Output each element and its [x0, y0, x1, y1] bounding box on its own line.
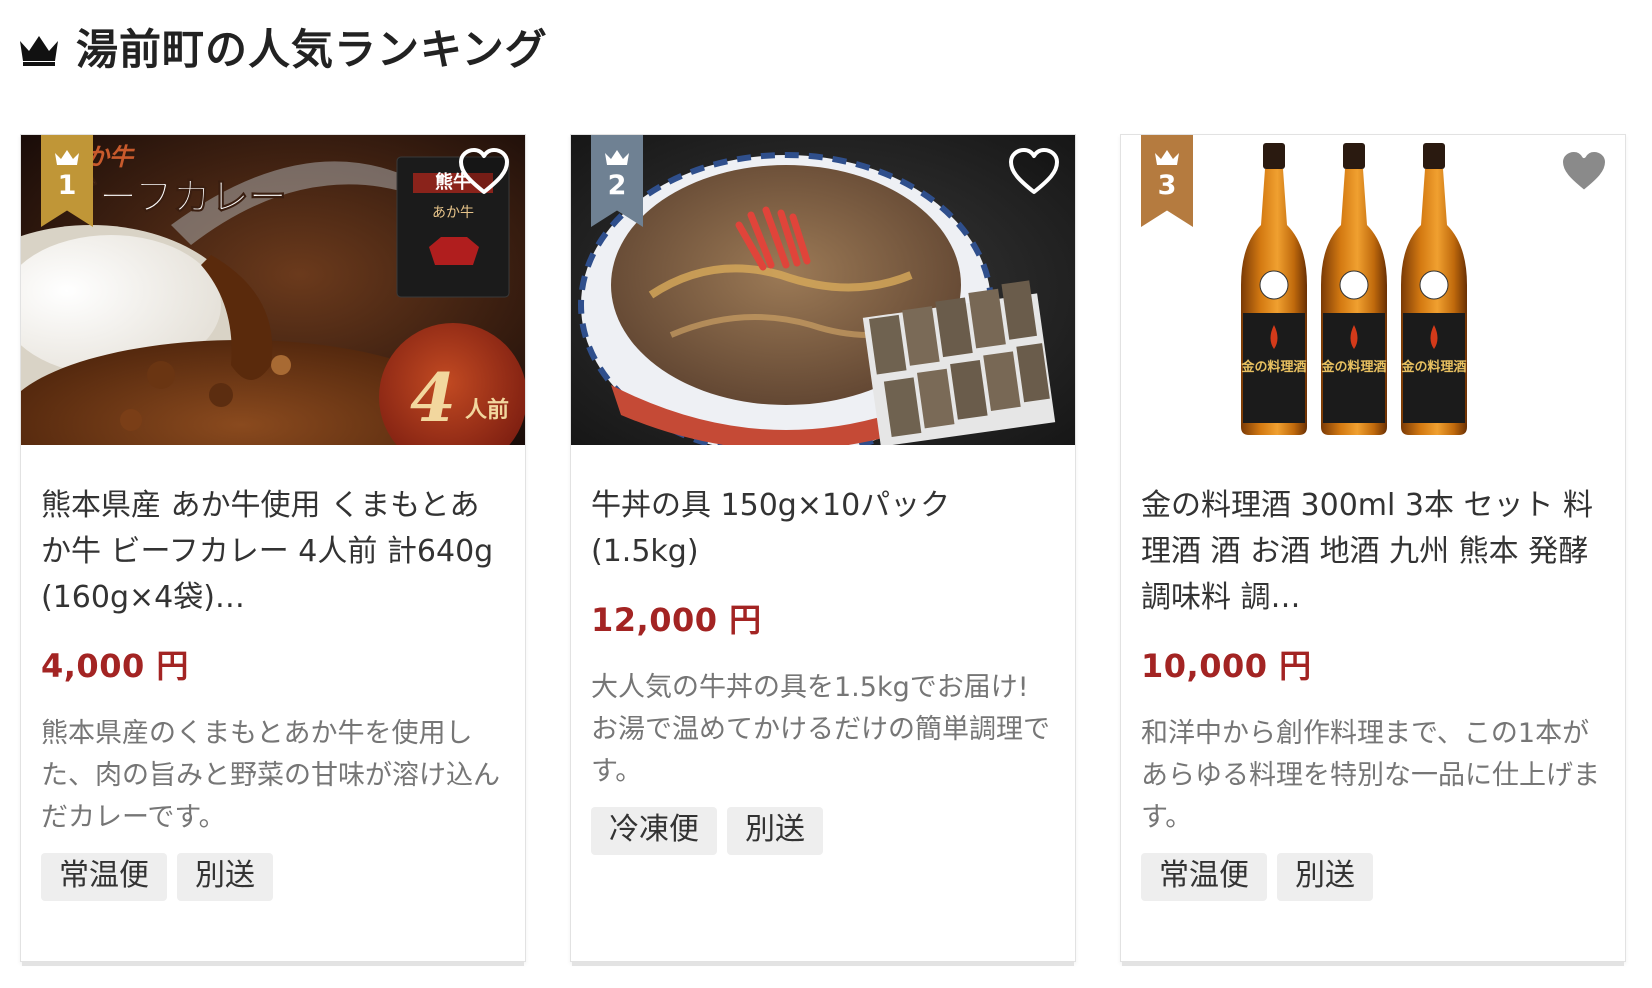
crown-icon [1155, 150, 1179, 165]
card-body: 牛丼の具 150g×10パック(1.5kg) 12,000 円 大人気の牛丼の具… [591, 483, 1055, 855]
shipping-tag: 常温便 [1141, 853, 1267, 901]
favorite-button[interactable] [1007, 147, 1061, 197]
product-card[interactable]: 熊牛 あか牛 あか牛 ビーフカレー 4 人前 1 熊本県産 あか牛使用 くまもと… [20, 134, 526, 962]
crown-icon [605, 150, 629, 165]
product-image-beef-curry[interactable]: 熊牛 あか牛 あか牛 ビーフカレー 4 人前 [21, 135, 525, 445]
card-body: 金の料理酒 300ml 3本 セット 料理酒 酒 お酒 地酒 九州 熊本 発酵調… [1141, 483, 1605, 901]
product-image-gyudon[interactable] [571, 135, 1075, 445]
shipping-tags: 冷凍便 別送 [591, 807, 1055, 855]
shipping-tag: 冷凍便 [591, 807, 717, 855]
favorite-button[interactable] [457, 147, 511, 197]
portion-number-text: 4 [410, 359, 456, 437]
product-card[interactable]: 2 牛丼の具 150g×10パック(1.5kg) 12,000 円 大人気の牛丼… [570, 134, 1076, 962]
bottle-label-text: 金の料理酒 [1240, 359, 1306, 375]
shipping-tag: 常温便 [41, 853, 167, 901]
ranking-title: 湯前町の人気ランキング [76, 25, 548, 74]
shipping-tag: 別送 [1277, 853, 1373, 901]
shipping-tags: 常温便 別送 [41, 853, 505, 901]
product-description: 大人気の牛丼の具を1.5kgでお届け!お湯で温めてかけるだけの簡単調理です。 [591, 672, 1050, 787]
ranking-header: 湯前町の人気ランキング [18, 20, 548, 80]
product-card[interactable]: 金の料理酒 金の料理酒 金の料理酒 3 金の料理酒 300ml 3本 セット 料… [1120, 134, 1626, 962]
product-price: 10,000 円 [1141, 647, 1312, 685]
crown-icon [20, 36, 58, 66]
shipping-tags: 常温便 別送 [1141, 853, 1605, 901]
product-title[interactable]: 熊本県産 あか牛使用 くまもとあか牛 ビーフカレー 4人前 計640g (160… [41, 483, 505, 621]
shipping-tag: 別送 [177, 853, 273, 901]
card-body: 熊本県産 あか牛使用 くまもとあか牛 ビーフカレー 4人前 計640g (160… [41, 483, 505, 901]
product-price: 4,000 円 [41, 647, 189, 685]
package-subtitle-text: あか牛 [432, 205, 474, 221]
product-image-cooking-sake[interactable]: 金の料理酒 金の料理酒 金の料理酒 [1121, 135, 1625, 445]
rank-number: 1 [57, 170, 77, 201]
rank-number: 2 [607, 170, 627, 201]
product-title[interactable]: 金の料理酒 300ml 3本 セット 料理酒 酒 お酒 地酒 九州 熊本 発酵調… [1141, 483, 1605, 621]
product-price: 12,000 円 [591, 601, 762, 639]
favorite-button[interactable] [1557, 147, 1611, 197]
rank-number: 3 [1157, 170, 1177, 201]
heart-outline-icon [1009, 148, 1059, 194]
bottle-label-text: 金の料理酒 [1400, 359, 1466, 375]
product-description: 熊本県産のくまもとあか牛を使用した、肉の旨みと野菜の甘味が溶け込んだカレーです。 [41, 718, 500, 833]
product-description: 和洋中から創作料理まで、この1本があらゆる料理を特別な一品に仕上げます。 [1141, 718, 1600, 833]
product-title[interactable]: 牛丼の具 150g×10パック(1.5kg) [591, 483, 1055, 575]
shipping-tag: 別送 [727, 807, 823, 855]
bottle-label-text: 金の料理酒 [1320, 359, 1386, 375]
portion-unit-text: 人前 [465, 397, 509, 423]
heart-outline-icon [459, 148, 509, 194]
crown-icon [55, 150, 79, 165]
heart-filled-icon [1559, 148, 1609, 194]
image-product-name-text: ビーフカレー [61, 174, 287, 219]
